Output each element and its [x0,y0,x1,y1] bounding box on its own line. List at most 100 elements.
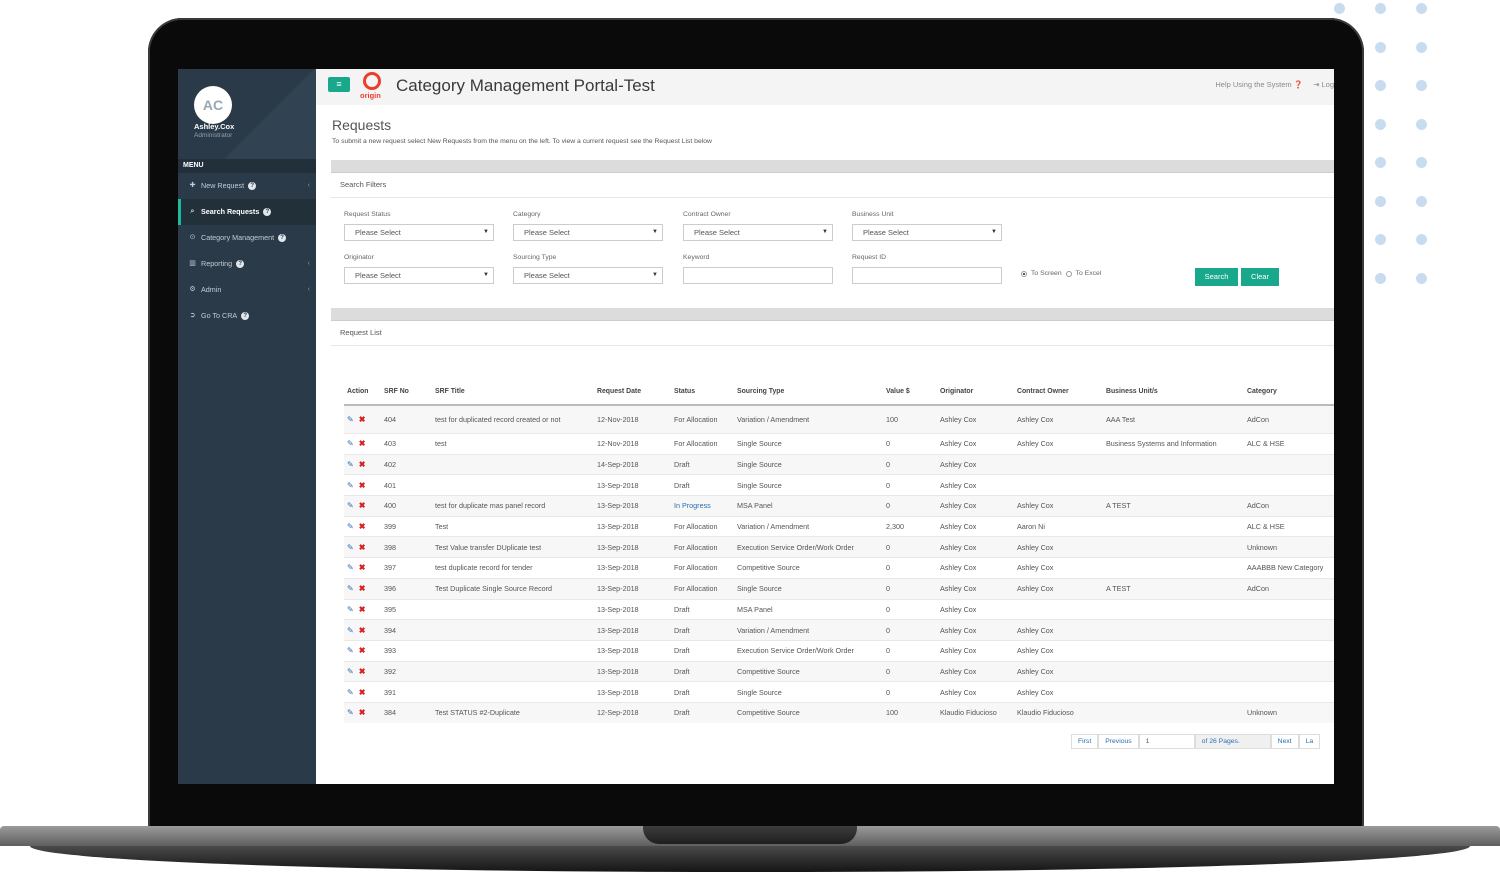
table-row[interactable]: ✎ ✖ 384 Test STATUS #2-Duplicate 12-Sep-2018… [344,701,1334,723]
table-row[interactable]: ✎ ✖ 394 13-Sep-2018 Draft Variation / Amendme… [344,619,1334,641]
edit-icon[interactable]: ✎ [347,667,354,676]
edit-icon[interactable]: ✎ [347,481,354,490]
delete-icon[interactable]: ✖ [359,563,366,572]
cell-title[interactable]: test duplicate record for tender [432,557,594,579]
delete-icon[interactable]: ✖ [359,481,366,490]
table-row[interactable]: ✎ ✖ 402 14-Sep-2018 Draft Single Source 0 Ashle… [344,453,1334,475]
delete-icon[interactable]: ✖ [359,584,366,593]
edit-icon[interactable]: ✎ [347,605,354,614]
delete-icon[interactable]: ✖ [359,646,366,655]
cell-date: 14-Sep-2018 [594,453,671,475]
cell-title[interactable] [432,619,594,641]
delete-icon[interactable]: ✖ [359,460,366,469]
sidebar-item-admin[interactable]: ⚙ Admin ‹ [178,277,316,303]
column-header[interactable]: Originator [937,378,1014,406]
delete-icon[interactable]: ✖ [359,605,366,614]
category-select[interactable]: Please Select ▼ [513,224,663,241]
page-number-input[interactable]: 1 [1138,734,1195,749]
column-header[interactable]: SRF No [381,378,432,406]
delete-icon[interactable]: ✖ [359,543,366,552]
column-header[interactable]: Request Date [594,378,671,406]
request-id-input[interactable] [852,267,1002,284]
edit-icon[interactable]: ✎ [347,584,354,593]
table-row[interactable]: ✎ ✖ 400 test for duplicate mas panel record… [344,495,1334,517]
first-page-button[interactable]: First [1071,734,1099,749]
next-page-button[interactable]: Next [1270,734,1299,749]
clear-button[interactable]: Clear [1241,268,1279,286]
delete-icon[interactable]: ✖ [359,626,366,635]
edit-icon[interactable]: ✎ [347,708,354,717]
contract-owner-select[interactable]: Please Select ▼ [683,224,833,241]
edit-icon[interactable]: ✎ [347,501,354,510]
cell-title[interactable] [432,474,594,496]
column-header[interactable]: Status [671,378,734,406]
cell-title[interactable]: Test [432,515,594,537]
logout-link[interactable]: ⇥ Log [1313,80,1334,89]
table-row[interactable]: ✎ ✖ 403 test 12-Nov-2018 For Allocation Single… [344,433,1334,455]
edit-icon[interactable]: ✎ [347,522,354,531]
table-row[interactable]: ✎ ✖ 401 13-Sep-2018 Draft Single Source 0 Ashle… [344,474,1334,496]
to-excel-radio[interactable] [1065,270,1072,277]
cell-title[interactable] [432,598,594,620]
column-header[interactable]: Contract Owner [1014,378,1103,406]
delete-icon[interactable]: ✖ [359,501,366,510]
edit-icon[interactable]: ✎ [347,415,354,424]
sourcing-type-select[interactable]: Please Select ▼ [513,267,663,284]
cell-title[interactable]: Test STATUS #2-Duplicate [432,701,594,723]
cell-title[interactable]: test [432,433,594,455]
cell-title[interactable] [432,660,594,682]
cell-title[interactable] [432,639,594,662]
delete-icon[interactable]: ✖ [359,415,366,424]
avatar[interactable]: AC [194,86,232,124]
to-screen-radio[interactable] [1021,270,1027,277]
edit-icon[interactable]: ✎ [347,439,354,448]
edit-icon[interactable]: ✎ [347,688,354,697]
column-header[interactable]: Category [1244,378,1334,406]
cell-title[interactable]: Test Value transfer DUplicate test [432,536,594,558]
previous-page-button[interactable]: Previous [1098,734,1139,749]
table-row[interactable]: ✎ ✖ 393 13-Sep-2018 Draft Execution Service O… [344,639,1334,662]
column-header[interactable]: Business Unit/s [1103,378,1244,406]
sidebar-item-category-management[interactable]: ⊙ Category Management? [178,225,316,251]
origin-logo[interactable]: origin [360,72,386,102]
edit-icon[interactable]: ✎ [347,626,354,635]
delete-icon[interactable]: ✖ [359,522,366,531]
delete-icon[interactable]: ✖ [359,439,366,448]
cell-title[interactable]: Test Duplicate Single Source Record [432,577,594,599]
edit-icon[interactable]: ✎ [347,460,354,469]
cell-title[interactable]: test for duplicate mas panel record [432,495,594,517]
table-row[interactable]: ✎ ✖ 398 Test Value transfer DUplicate test 1… [344,536,1334,558]
table-row[interactable]: ✎ ✖ 392 13-Sep-2018 Draft Competitive Source 0… [344,660,1334,682]
sidebar-item-new-request[interactable]: ✚ New Request? ‹ [178,173,316,199]
sidebar-item-search-requests[interactable]: ⌕ Search Requests? [178,199,316,225]
sidebar-item-reporting[interactable]: ▥ Reporting? ‹ [178,251,316,277]
sidebar-item-go-to-cra[interactable]: ➲ Go To CRA? [178,303,316,329]
cell-title[interactable] [432,681,594,703]
delete-icon[interactable]: ✖ [359,688,366,697]
cell-title[interactable]: test for duplicated record created or no… [432,404,594,434]
edit-icon[interactable]: ✎ [347,563,354,572]
search-button[interactable]: Search [1195,268,1238,286]
originator-select[interactable]: Please Select ▼ [344,267,494,284]
edit-icon[interactable]: ✎ [347,646,354,655]
delete-icon[interactable]: ✖ [359,667,366,676]
table-row[interactable]: ✎ ✖ 396 Test Duplicate Single Source Record… [344,577,1334,599]
column-header[interactable]: Sourcing Type [734,378,883,406]
cell-title[interactable] [432,453,594,475]
keyword-input[interactable] [683,267,833,284]
delete-icon[interactable]: ✖ [359,708,366,717]
edit-icon[interactable]: ✎ [347,543,354,552]
business-unit-select[interactable]: Please Select ▼ [852,224,1002,241]
table-row[interactable]: ✎ ✖ 397 test duplicate record for tender 13-… [344,557,1334,579]
help-link[interactable]: Help Using the System ❓ [1215,80,1303,89]
table-row[interactable]: ✎ ✖ 399 Test 13-Sep-2018 For Allocation Variat… [344,515,1334,537]
table-row[interactable]: ✎ ✖ 404 test for duplicated record created … [344,404,1334,434]
column-header[interactable]: Value $ [883,378,937,406]
table-row[interactable]: ✎ ✖ 395 13-Sep-2018 Draft MSA Panel 0 Ashley Co… [344,598,1334,620]
last-page-button[interactable]: La [1298,734,1321,749]
request-status-select[interactable]: Please Select ▼ [344,224,494,241]
column-header[interactable]: SRF Title [432,378,594,406]
table-row[interactable]: ✎ ✖ 391 13-Sep-2018 Draft Single Source 0 Ashle… [344,681,1334,703]
menu-toggle-button[interactable]: ≡ [328,77,350,92]
cell-status: For Allocation [671,404,734,434]
